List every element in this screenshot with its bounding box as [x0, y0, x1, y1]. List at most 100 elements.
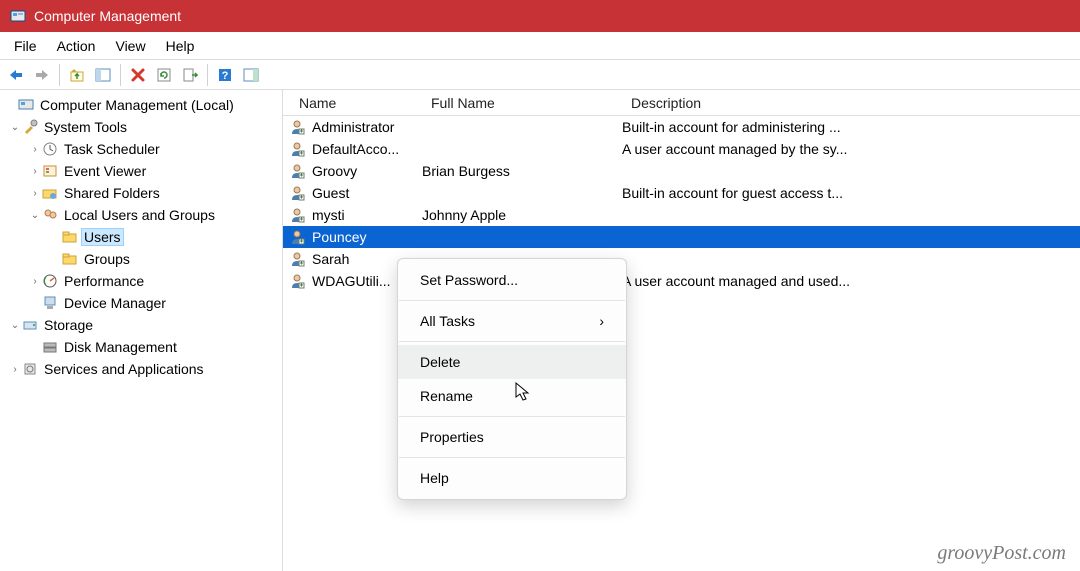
delete-button[interactable]: [126, 63, 150, 87]
tree-task-scheduler[interactable]: › Task Scheduler: [2, 138, 280, 160]
up-level-button[interactable]: [65, 63, 89, 87]
ctx-separator: [399, 457, 625, 458]
tree-pane[interactable]: Computer Management (Local) ⌄ System Too…: [0, 90, 283, 571]
tools-icon: [22, 119, 38, 135]
shared-folder-icon: [42, 185, 58, 201]
user-row[interactable]: GroovyBrian Burgess: [283, 160, 1080, 182]
ctx-all-tasks[interactable]: All Tasks ›: [398, 304, 626, 338]
toolbar: ?: [0, 60, 1080, 90]
submenu-arrow-icon: ›: [599, 313, 604, 329]
collapse-icon[interactable]: ⌄: [8, 122, 22, 133]
cell-fullname: Johnny Apple: [418, 207, 618, 223]
user-row[interactable]: DefaultAcco...A user account managed by …: [283, 138, 1080, 160]
ctx-label: Set Password...: [420, 272, 518, 288]
ctx-properties[interactable]: Properties: [398, 420, 626, 454]
cell-name: Pouncey: [308, 229, 418, 245]
expand-icon[interactable]: ›: [28, 144, 42, 155]
tree-services-apps[interactable]: › Services and Applications: [2, 358, 280, 380]
menu-file[interactable]: File: [4, 36, 47, 56]
cell-description: A user account managed and used...: [618, 273, 1080, 289]
tree-storage[interactable]: ⌄ Storage: [2, 314, 280, 336]
performance-icon: [42, 273, 58, 289]
refresh-button[interactable]: [152, 63, 176, 87]
tree-label: Task Scheduler: [62, 141, 162, 157]
tree-label: Performance: [62, 273, 146, 289]
user-icon: [289, 119, 305, 135]
menu-bar: File Action View Help: [0, 32, 1080, 60]
tree-system-tools[interactable]: ⌄ System Tools: [2, 116, 280, 138]
ctx-separator: [399, 300, 625, 301]
tree-label: Disk Management: [62, 339, 179, 355]
ctx-set-password[interactable]: Set Password...: [398, 263, 626, 297]
column-description[interactable]: Description: [623, 95, 1080, 111]
menu-help[interactable]: Help: [156, 36, 205, 56]
ctx-separator: [399, 341, 625, 342]
help-button[interactable]: ?: [213, 63, 237, 87]
tree-event-viewer[interactable]: › Event Viewer: [2, 160, 280, 182]
ctx-label: Help: [420, 470, 449, 486]
event-icon: [42, 163, 58, 179]
cell-description: Built-in account for administering ...: [618, 119, 1080, 135]
window-title: Computer Management: [34, 8, 181, 24]
expand-icon[interactable]: ›: [28, 188, 42, 199]
tree-device-manager[interactable]: Device Manager: [2, 292, 280, 314]
tree-label: Event Viewer: [62, 163, 148, 179]
tree-label: Computer Management (Local): [38, 97, 236, 113]
ctx-label: All Tasks: [420, 313, 475, 329]
forward-button[interactable]: [30, 63, 54, 87]
folder-icon: [62, 229, 78, 245]
toolbar-separator: [59, 64, 60, 86]
cell-description: Built-in account for guest access t...: [618, 185, 1080, 201]
user-row[interactable]: mystiJohnny Apple: [283, 204, 1080, 226]
user-row[interactable]: AdministratorBuilt-in account for admini…: [283, 116, 1080, 138]
toolbar-separator: [120, 64, 121, 86]
expand-icon[interactable]: ›: [28, 166, 42, 177]
ctx-rename[interactable]: Rename: [398, 379, 626, 413]
users-groups-icon: [42, 207, 58, 223]
user-icon: [289, 141, 305, 157]
user-row[interactable]: GuestBuilt-in account for guest access t…: [283, 182, 1080, 204]
folder-icon: [62, 251, 78, 267]
tree-root[interactable]: Computer Management (Local): [2, 94, 280, 116]
expand-icon[interactable]: ›: [28, 276, 42, 287]
tree-local-users-groups[interactable]: ⌄ Local Users and Groups: [2, 204, 280, 226]
tree-users[interactable]: Users: [2, 226, 280, 248]
menu-view[interactable]: View: [105, 36, 155, 56]
user-icon: [289, 251, 305, 267]
body: Computer Management (Local) ⌄ System Too…: [0, 90, 1080, 571]
title-bar: Computer Management: [0, 0, 1080, 32]
export-list-button[interactable]: [178, 63, 202, 87]
services-icon: [22, 361, 38, 377]
menu-action[interactable]: Action: [47, 36, 106, 56]
mouse-cursor-icon: [515, 382, 531, 402]
expand-icon[interactable]: ›: [8, 364, 22, 375]
user-icon: [289, 229, 305, 245]
collapse-icon[interactable]: ⌄: [8, 320, 22, 331]
tree-label: Users: [82, 229, 123, 245]
tree-label: Groups: [82, 251, 132, 267]
ctx-label: Rename: [420, 388, 473, 404]
computer-icon: [18, 97, 34, 113]
action-pane-button[interactable]: [239, 63, 263, 87]
column-name[interactable]: Name: [283, 95, 423, 111]
ctx-help[interactable]: Help: [398, 461, 626, 495]
ctx-delete[interactable]: Delete: [398, 345, 626, 379]
tree-disk-management[interactable]: Disk Management: [2, 336, 280, 358]
column-fullname[interactable]: Full Name: [423, 95, 623, 111]
tree-performance[interactable]: › Performance: [2, 270, 280, 292]
collapse-icon[interactable]: ⌄: [28, 210, 42, 221]
tree-label: Services and Applications: [42, 361, 206, 377]
tree-groups[interactable]: Groups: [2, 248, 280, 270]
show-hide-tree-button[interactable]: [91, 63, 115, 87]
context-menu: Set Password... All Tasks › Delete Renam…: [397, 258, 627, 500]
user-icon: [289, 185, 305, 201]
cell-name: Groovy: [308, 163, 418, 179]
back-button[interactable]: [4, 63, 28, 87]
user-row[interactable]: Pouncey: [283, 226, 1080, 248]
ctx-label: Properties: [420, 429, 484, 445]
user-icon: [289, 207, 305, 223]
tree-label: Shared Folders: [62, 185, 162, 201]
tree-shared-folders[interactable]: › Shared Folders: [2, 182, 280, 204]
cell-name: mysti: [308, 207, 418, 223]
app-icon: [10, 8, 26, 24]
